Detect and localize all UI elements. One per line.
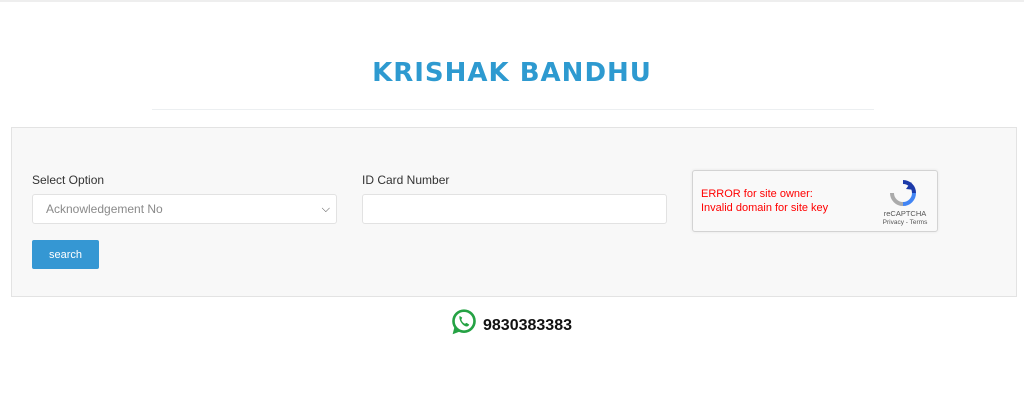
- recaptcha-links[interactable]: Privacy - Terms: [877, 219, 933, 226]
- select-option-label: Select Option: [32, 173, 105, 187]
- search-button[interactable]: search: [32, 240, 99, 269]
- top-border: [0, 0, 1024, 2]
- recaptcha-error: ERROR for site owner: Invalid domain for…: [701, 187, 828, 215]
- id-card-number-input[interactable]: [362, 194, 667, 224]
- id-card-number-label: ID Card Number: [362, 173, 450, 187]
- title-divider: [152, 109, 874, 110]
- recaptcha-error-line2: Invalid domain for site key: [701, 202, 829, 214]
- phone-number: 9830383383: [483, 317, 572, 334]
- search-panel: Select Option Acknowledgement No ⌵ ID Ca…: [11, 127, 1017, 297]
- chevron-down-icon: ⌵: [321, 203, 330, 215]
- recaptcha-error-line1: ERROR for site owner:: [701, 188, 813, 200]
- recaptcha-brand: reCAPTCHA: [883, 209, 927, 218]
- select-option-value: Acknowledgement No: [46, 202, 163, 216]
- whatsapp-icon: [452, 309, 476, 335]
- whatsapp-contact[interactable]: 9830383383: [450, 306, 572, 338]
- select-option-dropdown[interactable]: Acknowledgement No ⌵: [32, 194, 337, 224]
- recaptcha-logo-icon: [890, 180, 916, 206]
- recaptcha-widget[interactable]: ERROR for site owner: Invalid domain for…: [692, 170, 938, 232]
- page-title: KRISHAK BANDHU: [372, 58, 652, 88]
